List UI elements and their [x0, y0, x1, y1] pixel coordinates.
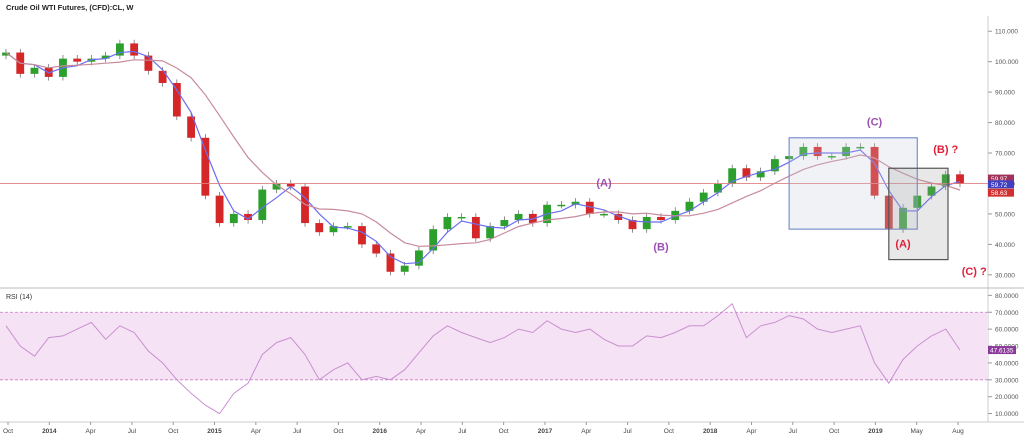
candle-body	[457, 216, 466, 219]
time-tick-label: Apr	[416, 428, 427, 435]
time-tick-label: Jul	[789, 428, 798, 435]
time-tick-label: Oct	[333, 428, 343, 435]
chart-container: (A) (B) (C) (A) (B) ? (C) ? 110.000 100.000 90.…	[0, 0, 1024, 437]
chart-title: Crude Oil WTI Futures, (CFD):CL, W	[6, 3, 134, 12]
rsi-tick-label: 20.0000	[995, 394, 1019, 401]
wave-label: (C)	[867, 117, 883, 129]
wave-label: (B) ?	[933, 144, 958, 156]
rsi-tick-label: 40.0000	[995, 360, 1019, 367]
candle-body	[172, 82, 181, 117]
time-tick-label: Aug	[952, 428, 964, 435]
candle-body	[471, 216, 480, 239]
candle-body	[372, 244, 381, 254]
time-tick-label: Apr	[581, 428, 592, 435]
time-tick-label: Jul	[293, 428, 302, 435]
candle-body	[30, 67, 39, 74]
candle-body	[400, 265, 409, 272]
rsi-current-badge-label: 47.6135	[990, 348, 1014, 355]
time-tick-label: Oct	[829, 428, 839, 435]
price-tick-label: 30.000	[995, 272, 1015, 279]
price-tick-label: 110.000	[995, 29, 1018, 36]
time-tick-label: 2016	[373, 428, 388, 435]
time-tick-label: 2019	[868, 428, 883, 435]
time-tick-label: 2018	[703, 428, 718, 435]
price-chart: (A) (B) (C) (A) (B) ? (C) ? 110.000 100.000 90.…	[0, 0, 1024, 437]
time-tick-label: Apr	[251, 428, 262, 435]
price-tick-label: 90.000	[995, 90, 1015, 97]
candle-body	[358, 226, 366, 245]
price-tick-label: 70.000	[995, 151, 1015, 158]
candle-body	[443, 216, 452, 230]
time-tick-label: 2015	[207, 428, 222, 435]
candle-body	[215, 195, 224, 224]
wave-label: (A)	[596, 178, 612, 190]
candle-body	[486, 226, 495, 239]
candle-body	[714, 183, 722, 193]
candle-body	[642, 216, 651, 230]
time-tick-label: Jul	[458, 428, 467, 435]
candle-body	[258, 189, 267, 221]
rsi-band	[0, 312, 988, 380]
time-tick-label: Apr	[86, 428, 97, 435]
time-tick-label: May	[911, 428, 924, 435]
rsi-tick-label: 70.0000	[995, 310, 1019, 317]
price-tick-label: 50.000	[995, 211, 1015, 218]
time-tick-label: Apr	[746, 428, 757, 435]
rsi-tick-label: 10.0000	[995, 411, 1019, 418]
price-tick-label: 100.000	[995, 59, 1019, 66]
rsi-title: RSI (14)	[6, 294, 32, 301]
time-tick-label: Oct	[168, 428, 178, 435]
time-tick-label: 2017	[538, 428, 553, 435]
candle-body	[158, 70, 167, 83]
candle-body	[144, 55, 153, 71]
wave-label: (B)	[653, 241, 669, 253]
candle-body	[657, 216, 665, 221]
time-tick-label: Jul	[128, 428, 137, 435]
candle-body	[315, 223, 324, 233]
wave-label: (A)	[895, 238, 911, 250]
candle-body	[557, 204, 566, 207]
time-tick-label: Oct	[664, 428, 674, 435]
price-badge-label: 58.63	[991, 190, 1008, 197]
time-tick-label: Oct	[499, 428, 509, 435]
candle-body	[429, 229, 438, 251]
candle-body	[514, 213, 523, 221]
candle-body	[600, 213, 608, 216]
candle-body	[73, 58, 82, 62]
rsi-tick-label: 30.0000	[995, 377, 1019, 384]
price-tick-label: 40.000	[995, 242, 1015, 249]
price-badge-label: 59.72	[991, 182, 1008, 189]
time-tick-label: Jul	[623, 428, 632, 435]
candle-body	[229, 213, 238, 224]
candle-body	[500, 220, 509, 227]
price-tick-label: 80.000	[995, 120, 1015, 127]
time-tick-label: 2014	[42, 428, 57, 435]
rsi-tick-label: 80.0000	[995, 293, 1019, 300]
wave-label: (C) ?	[962, 266, 987, 278]
rsi-tick-label: 60.0000	[995, 327, 1019, 334]
candle-body	[201, 137, 210, 196]
candle-body	[130, 43, 139, 56]
time-tick-label: Oct	[3, 428, 13, 435]
